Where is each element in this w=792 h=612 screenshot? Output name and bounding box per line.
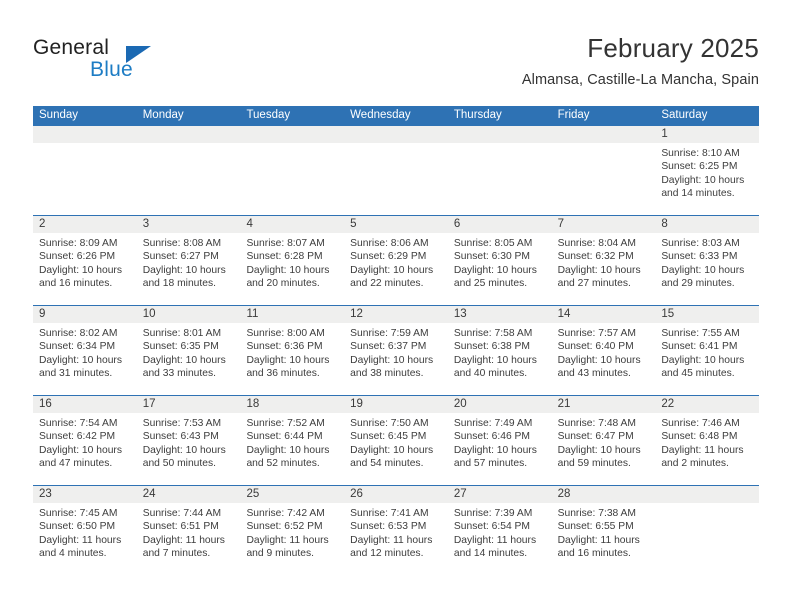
day-number[interactable]: 16 (33, 396, 137, 413)
day-number[interactable]: 22 (655, 396, 759, 413)
week-detail-band: Sunrise: 8:09 AM Sunset: 6:26 PM Dayligh… (33, 233, 759, 305)
page-title: February 2025 (587, 33, 759, 63)
day-detail: Sunrise: 8:08 AM Sunset: 6:27 PM Dayligh… (142, 238, 226, 290)
day-number[interactable]: 7 (552, 216, 656, 233)
page-subtitle: Almansa, Castille-La Mancha, Spain (521, 72, 759, 88)
day-number[interactable]: 21 (552, 396, 656, 413)
day-detail: Sunrise: 7:39 AM Sunset: 6:54 PM Dayligh… (453, 508, 537, 560)
day-number[interactable]: 10 (137, 306, 241, 323)
week-row: 16 17 18 19 20 21 22 Sunrise: 7:54 AM Su… (33, 395, 759, 485)
week-detail-band: Sunrise: 8:02 AM Sunset: 6:34 PM Dayligh… (33, 323, 759, 395)
day-detail: Sunrise: 8:01 AM Sunset: 6:35 PM Dayligh… (142, 328, 226, 380)
day-number[interactable]: 15 (655, 306, 759, 323)
week-daynumber-band: 16 17 18 19 20 21 22 (33, 396, 759, 413)
calendar-page: General Blue February 2025 Almansa, Cast… (0, 0, 792, 612)
week-row: 1 Sunrise: 8:10 AM Sunset: 6:25 PM Dayli… (33, 125, 759, 215)
day-detail: Sunrise: 7:59 AM Sunset: 6:37 PM Dayligh… (350, 328, 434, 380)
day-number[interactable] (33, 126, 137, 143)
day-detail: Sunrise: 7:45 AM Sunset: 6:50 PM Dayligh… (39, 508, 122, 560)
day-number[interactable] (344, 126, 448, 143)
day-detail: Sunrise: 7:57 AM Sunset: 6:40 PM Dayligh… (557, 328, 641, 380)
week-daynumber-band: 23 24 25 26 27 28 (33, 486, 759, 503)
day-detail: Sunrise: 7:41 AM Sunset: 6:53 PM Dayligh… (350, 508, 433, 560)
day-detail: Sunrise: 8:05 AM Sunset: 6:30 PM Dayligh… (453, 238, 537, 290)
month-calendar: Sunday Monday Tuesday Wednesday Thursday… (33, 106, 759, 577)
day-number[interactable]: 24 (137, 486, 241, 503)
weekday-header-thursday: Thursday (453, 109, 502, 121)
day-detail: Sunrise: 8:10 AM Sunset: 6:25 PM Dayligh… (661, 148, 745, 200)
day-number[interactable]: 28 (552, 486, 656, 503)
day-number[interactable]: 14 (552, 306, 656, 323)
day-number[interactable]: 6 (448, 216, 552, 233)
day-detail: Sunrise: 8:00 AM Sunset: 6:36 PM Dayligh… (246, 328, 330, 380)
day-number[interactable]: 3 (137, 216, 241, 233)
weekday-header-saturday: Saturday (661, 109, 708, 121)
day-detail: Sunrise: 7:53 AM Sunset: 6:43 PM Dayligh… (142, 418, 226, 470)
day-number[interactable] (448, 126, 552, 143)
week-row: 23 24 25 26 27 28 Sunrise: 7:45 AM Sunse… (33, 485, 759, 577)
day-number[interactable]: 17 (137, 396, 241, 413)
day-detail: Sunrise: 8:09 AM Sunset: 6:26 PM Dayligh… (39, 238, 122, 290)
day-number[interactable] (240, 126, 344, 143)
day-number[interactable] (137, 126, 241, 143)
logo-text-general: General (33, 36, 110, 59)
weekday-header-friday: Friday (557, 109, 590, 121)
day-number[interactable]: 19 (344, 396, 448, 413)
day-number[interactable]: 12 (344, 306, 448, 323)
day-number[interactable]: 26 (344, 486, 448, 503)
day-number[interactable]: 1 (655, 126, 759, 143)
day-number[interactable]: 4 (240, 216, 344, 233)
weekday-header-row: Sunday Monday Tuesday Wednesday Thursday… (33, 106, 759, 125)
day-detail: Sunrise: 7:48 AM Sunset: 6:47 PM Dayligh… (557, 418, 641, 470)
day-detail: Sunrise: 7:54 AM Sunset: 6:42 PM Dayligh… (39, 418, 122, 470)
day-detail: Sunrise: 8:07 AM Sunset: 6:28 PM Dayligh… (246, 238, 330, 290)
day-number[interactable]: 8 (655, 216, 759, 233)
day-detail: Sunrise: 7:42 AM Sunset: 6:52 PM Dayligh… (246, 508, 329, 560)
weekday-header-monday: Monday (142, 109, 184, 121)
title-block: February 2025 Almansa, Castille-La Manch… (522, 32, 759, 90)
page-header: General Blue February 2025 Almansa, Cast… (0, 0, 792, 100)
day-number[interactable]: 20 (448, 396, 552, 413)
day-number[interactable] (552, 126, 656, 143)
day-detail: Sunrise: 7:46 AM Sunset: 6:48 PM Dayligh… (661, 418, 744, 470)
week-detail-band: Sunrise: 8:10 AM Sunset: 6:25 PM Dayligh… (33, 143, 759, 215)
week-detail-band: Sunrise: 7:54 AM Sunset: 6:42 PM Dayligh… (33, 413, 759, 485)
day-number[interactable]: 9 (33, 306, 137, 323)
week-daynumber-band: 1 (33, 126, 759, 143)
day-number[interactable]: 5 (344, 216, 448, 233)
day-number[interactable]: 27 (448, 486, 552, 503)
week-detail-band: Sunrise: 7:45 AM Sunset: 6:50 PM Dayligh… (33, 503, 759, 577)
day-number[interactable]: 2 (33, 216, 137, 233)
week-daynumber-band: 2 3 4 5 6 7 8 (33, 216, 759, 233)
day-detail: Sunrise: 8:04 AM Sunset: 6:32 PM Dayligh… (557, 238, 641, 290)
day-detail: Sunrise: 7:49 AM Sunset: 6:46 PM Dayligh… (453, 418, 537, 470)
day-detail: Sunrise: 7:50 AM Sunset: 6:45 PM Dayligh… (350, 418, 434, 470)
week-row: 2 3 4 5 6 7 8 Sunrise: 8:09 AM Sunset: 6… (33, 215, 759, 305)
day-number[interactable]: 11 (240, 306, 344, 323)
weekday-header-tuesday: Tuesday (246, 109, 291, 121)
day-number[interactable] (655, 486, 759, 503)
weekday-header-sunday: Sunday (39, 109, 79, 121)
day-detail: Sunrise: 7:52 AM Sunset: 6:44 PM Dayligh… (246, 418, 330, 470)
weekday-header-wednesday: Wednesday (350, 109, 411, 121)
general-blue-logo[interactable]: General Blue (33, 36, 223, 88)
logo-text-blue: Blue (90, 58, 133, 81)
day-detail: Sunrise: 8:06 AM Sunset: 6:29 PM Dayligh… (350, 238, 434, 290)
day-number[interactable]: 23 (33, 486, 137, 503)
day-number[interactable]: 18 (240, 396, 344, 413)
day-detail: Sunrise: 7:38 AM Sunset: 6:55 PM Dayligh… (557, 508, 640, 560)
day-number[interactable]: 13 (448, 306, 552, 323)
day-detail: Sunrise: 8:03 AM Sunset: 6:33 PM Dayligh… (661, 238, 745, 290)
day-number[interactable]: 25 (240, 486, 344, 503)
day-detail: Sunrise: 7:58 AM Sunset: 6:38 PM Dayligh… (453, 328, 537, 380)
day-detail: Sunrise: 7:44 AM Sunset: 6:51 PM Dayligh… (142, 508, 225, 560)
day-detail: Sunrise: 8:02 AM Sunset: 6:34 PM Dayligh… (39, 328, 122, 380)
week-daynumber-band: 9 10 11 12 13 14 15 (33, 306, 759, 323)
day-detail: Sunrise: 7:55 AM Sunset: 6:41 PM Dayligh… (661, 328, 745, 380)
week-row: 9 10 11 12 13 14 15 Sunrise: 8:02 AM Sun… (33, 305, 759, 395)
